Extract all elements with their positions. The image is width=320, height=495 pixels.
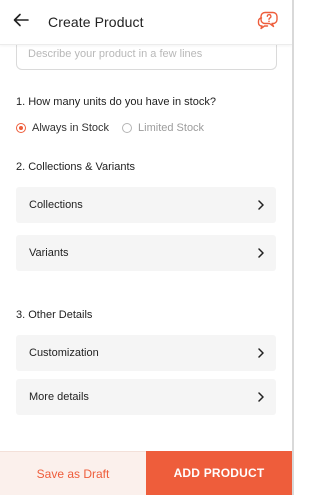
customization-row[interactable]: Customization — [16, 335, 276, 371]
stock-section-title: 1. How many units do you have in stock? — [16, 96, 216, 108]
more-details-label: More details — [29, 391, 89, 403]
other-details-section-title: 3. Other Details — [16, 309, 93, 321]
variants-row[interactable]: Variants — [16, 235, 276, 271]
help-chat-icon — [257, 10, 279, 35]
chevron-right-icon — [257, 248, 265, 258]
collections-variants-section-title: 2. Collections & Variants — [16, 161, 136, 173]
radio-selected-icon[interactable] — [16, 123, 26, 133]
description-placeholder: Describe your product in a few lines — [28, 48, 203, 60]
always-in-stock-option[interactable]: Always in Stock — [16, 122, 109, 134]
chevron-right-icon — [257, 348, 265, 358]
back-button[interactable] — [10, 11, 32, 33]
chevron-right-icon — [257, 392, 265, 402]
add-product-button[interactable]: ADD PRODUCT — [146, 451, 292, 495]
limited-stock-label: Limited Stock — [138, 122, 205, 134]
help-button[interactable] — [257, 11, 279, 33]
app-header: Create Product — [0, 0, 292, 45]
chevron-right-icon — [257, 200, 265, 210]
arrow-left-icon — [13, 13, 29, 32]
more-details-row[interactable]: More details — [16, 379, 276, 415]
create-product-screen: Describe your product in a few lines Cre… — [0, 0, 294, 495]
customization-label: Customization — [29, 347, 99, 359]
always-in-stock-label: Always in Stock — [32, 122, 110, 134]
radio-unselected-icon[interactable] — [122, 123, 133, 133]
stock-radio-group: Always in Stock Limited Stock — [16, 121, 204, 135]
variants-label: Variants — [29, 247, 69, 259]
page-title: Create Product — [48, 14, 144, 30]
collections-row[interactable]: Collections — [16, 187, 276, 223]
bottom-action-bar: Save as Draft ADD PRODUCT — [0, 451, 292, 495]
save-as-draft-button[interactable]: Save as Draft — [0, 451, 146, 495]
limited-stock-option[interactable]: Limited Stock — [122, 122, 204, 134]
collections-label: Collections — [29, 199, 83, 211]
